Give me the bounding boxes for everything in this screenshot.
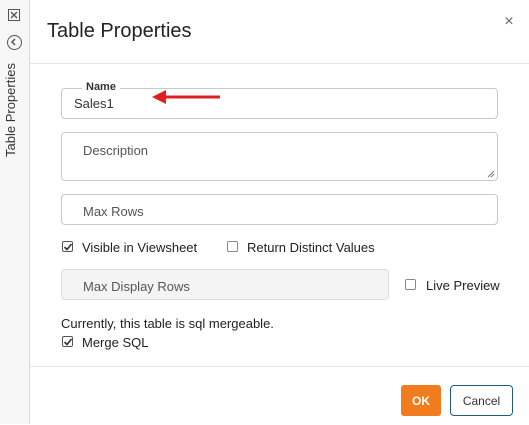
side-panel-strip: Table Properties — [0, 0, 30, 424]
visible-in-viewsheet-checkbox[interactable] — [62, 241, 73, 252]
description-placeholder: Description — [83, 143, 149, 158]
close-box-icon[interactable] — [8, 9, 20, 21]
visible-in-viewsheet-label[interactable]: Visible in Viewsheet — [82, 240, 197, 255]
dialog-header: Table Properties × — [30, 0, 529, 64]
resize-handle-icon[interactable] — [487, 170, 495, 178]
merge-sql-label[interactable]: Merge SQL — [82, 335, 148, 350]
cancel-button[interactable]: Cancel — [450, 385, 513, 416]
name-field[interactable]: Name Sales1 — [61, 81, 498, 119]
max-display-rows-placeholder: Max Display Rows — [83, 279, 190, 294]
dialog-title: Table Properties — [47, 20, 192, 42]
table-properties-dialog: Table Properties × Name Sales1 Descripti… — [30, 0, 529, 424]
max-rows-input[interactable]: Max Rows — [61, 194, 498, 225]
live-preview-checkbox[interactable] — [405, 279, 416, 290]
max-rows-placeholder: Max Rows — [83, 204, 144, 219]
return-distinct-checkbox[interactable] — [227, 241, 238, 252]
ok-button[interactable]: OK — [401, 385, 441, 416]
dialog-footer: OK Cancel — [30, 366, 529, 425]
side-panel-label[interactable]: Table Properties — [3, 47, 18, 157]
merge-sql-checkbox[interactable] — [62, 336, 73, 347]
max-display-rows-input[interactable]: Max Display Rows — [61, 269, 389, 300]
mergeable-note: Currently, this table is sql mergeable. — [61, 316, 274, 331]
annotation-arrow-icon — [152, 90, 220, 104]
name-legend: Name — [82, 81, 120, 93]
live-preview-label[interactable]: Live Preview — [426, 278, 500, 293]
close-icon[interactable]: × — [502, 14, 516, 30]
name-value: Sales1 — [74, 96, 114, 111]
description-textarea[interactable]: Description — [61, 132, 498, 181]
return-distinct-label[interactable]: Return Distinct Values — [247, 240, 375, 255]
